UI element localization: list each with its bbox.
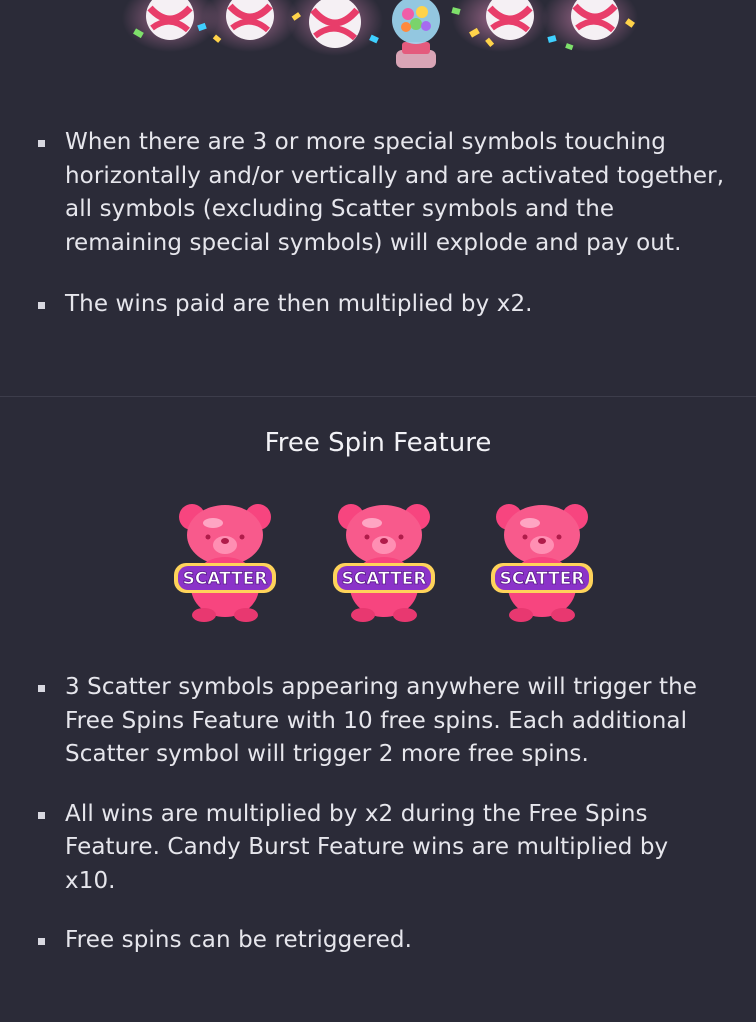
candy-burst-rules: When there are 3 or more special symbols… [0,126,756,322]
rule-bullet: All wins are multiplied by x2 during the… [0,798,756,899]
rule-bullet: When there are 3 or more special symbols… [0,126,756,260]
gummy-bear-scatter-icon: SCATTER [333,504,435,622]
section-divider [0,396,756,397]
gummy-bear-scatter-icon: SCATTER [491,504,593,622]
rule-bullet: 3 Scatter symbols appearing anywhere wil… [0,671,756,772]
free-spin-title: Free Spin Feature [264,428,492,458]
rule-bullet: The wins paid are then multiplied by x2. [0,288,756,322]
scatter-label: SCATTER [183,569,268,589]
scatter-symbols-row: SCATTER SCATTER SCATTER [0,495,756,625]
free-spin-rules: 3 Scatter symbols appearing anywhere wil… [0,671,756,958]
candy-burst-art-icon [122,0,638,68]
scatter-label: SCATTER [342,569,427,589]
rule-bullet: Free spins can be retriggered. [0,924,756,958]
scatter-label: SCATTER [500,569,585,589]
gummy-bear-scatter-icon: SCATTER [174,504,276,622]
